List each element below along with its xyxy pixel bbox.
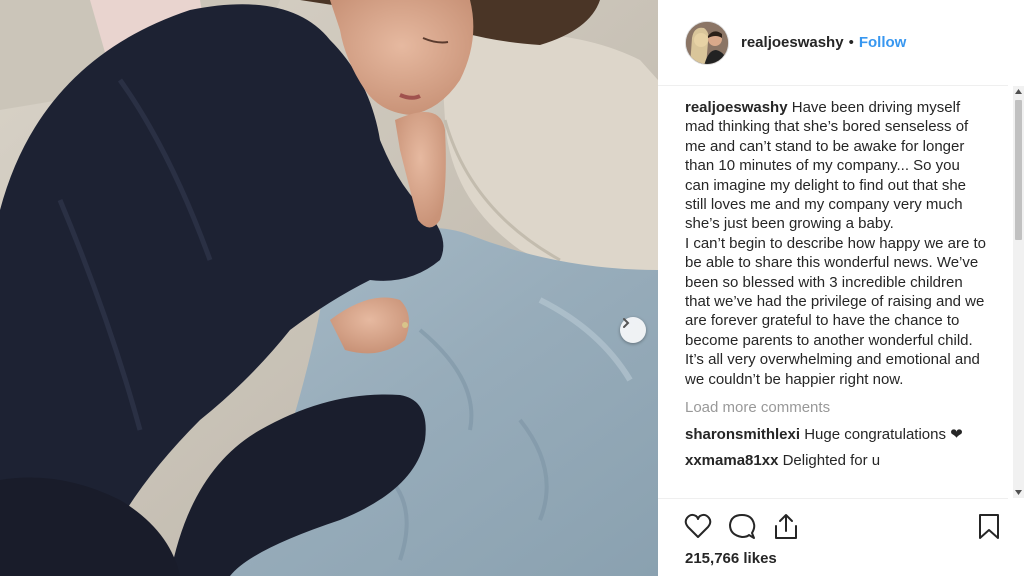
comments-list[interactable]: realjoeswashy Have been driving myself m…	[685, 98, 988, 494]
post-photo[interactable]	[0, 0, 658, 576]
header-separator: •	[848, 34, 854, 51]
follow-button[interactable]: Follow	[859, 34, 907, 51]
post-side-panel: realjoeswashy • Follow realjoeswashy Hav…	[658, 0, 1024, 576]
share-icon[interactable]	[772, 513, 800, 545]
avatar[interactable]	[685, 20, 729, 65]
comment-username-link[interactable]: sharonsmithlexi	[685, 426, 800, 443]
post-caption: realjoeswashy Have been driving myself m…	[685, 98, 988, 389]
header-username-link[interactable]: realjoeswashy	[741, 34, 844, 51]
comments-scrollbar[interactable]	[1013, 86, 1024, 498]
post-header: realjoeswashy • Follow	[658, 0, 1008, 86]
load-more-comments-button[interactable]: Load more comments	[685, 398, 988, 417]
likes-count[interactable]: 215,766 likes	[685, 550, 777, 567]
heart-icon[interactable]	[684, 513, 712, 544]
comment-text: Huge congratulations ❤	[800, 425, 963, 443]
avatar-image	[686, 21, 728, 64]
caption-text: Have been driving myself mad thinking th…	[685, 99, 987, 388]
photo-image	[0, 0, 658, 576]
chevron-right-icon	[623, 318, 630, 328]
comment-item: sharonsmithlexi Huge congratulations ❤	[685, 425, 988, 444]
bookmark-icon[interactable]	[978, 513, 1000, 545]
comment-icon[interactable]	[728, 513, 756, 545]
next-photo-button[interactable]	[620, 317, 646, 343]
scroll-up-arrow-icon[interactable]	[1013, 86, 1024, 97]
scrollbar-thumb[interactable]	[1015, 100, 1022, 240]
caption-username-link[interactable]: realjoeswashy	[685, 99, 788, 116]
comment-item: xxmama81xx Delighted for u	[685, 451, 988, 470]
post-actions-bar: 215,766 likes	[658, 498, 1008, 576]
scroll-down-arrow-icon[interactable]	[1013, 487, 1024, 498]
comment-username-link[interactable]: xxmama81xx	[685, 452, 778, 469]
comment-text: Delighted for u	[778, 451, 881, 469]
